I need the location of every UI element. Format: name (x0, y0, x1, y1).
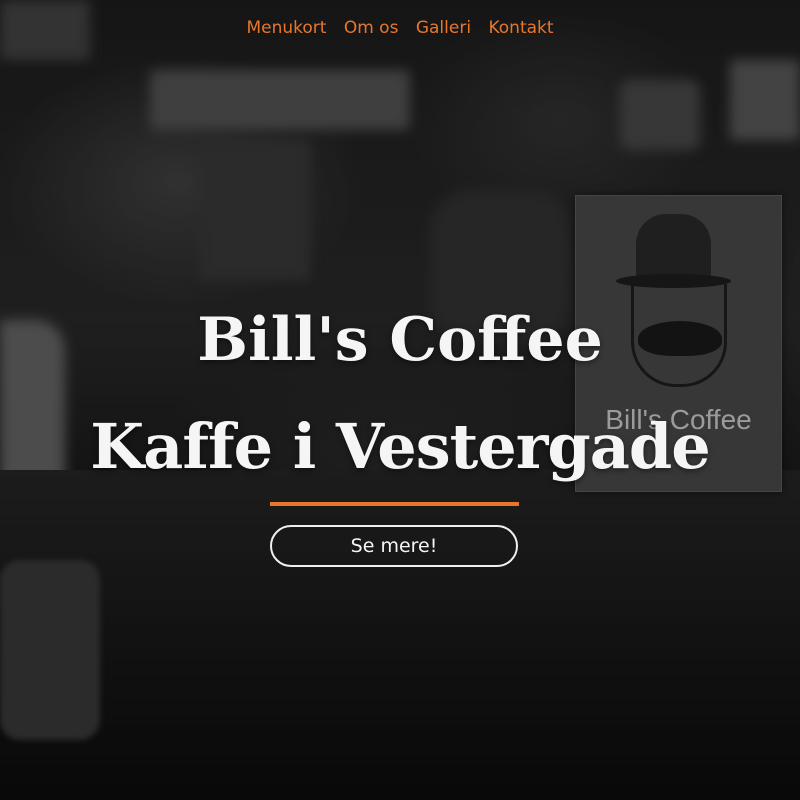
nav-item-om-os[interactable]: Om os (344, 18, 399, 38)
title-divider (270, 502, 519, 506)
nav-item-menukort[interactable]: Menukort (246, 18, 326, 38)
dark-overlay (0, 0, 800, 800)
hero-title-line2: Kaffe i Vestergade (90, 410, 710, 483)
hero-title-line1: Bill's Coffee (197, 305, 603, 375)
nav-item-kontakt[interactable]: Kontakt (488, 18, 553, 38)
se-mere-button[interactable]: Se mere! (270, 525, 518, 567)
main-nav: Menukort Om os Galleri Kontakt (0, 18, 800, 38)
nav-item-galleri[interactable]: Galleri (416, 18, 471, 38)
hero-section: Bill's Coffee Menukort Om os Galleri Kon… (0, 0, 800, 800)
